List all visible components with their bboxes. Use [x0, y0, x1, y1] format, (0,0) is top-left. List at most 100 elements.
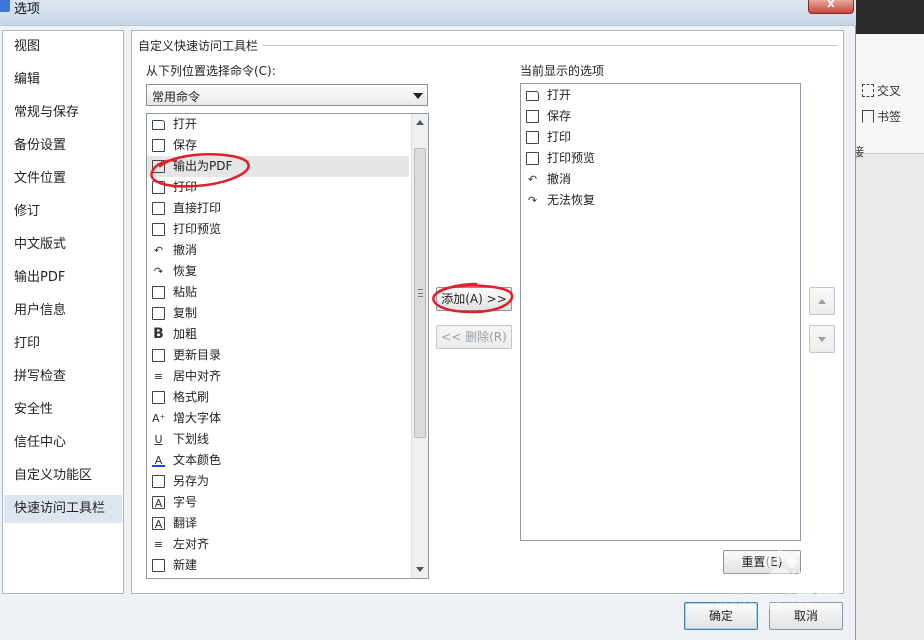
- sidebar-item-user-info[interactable]: 用户信息: [4, 297, 122, 325]
- command-item-export-pdf[interactable]: 输出为PDF: [147, 156, 409, 177]
- command-item-translate[interactable]: A 翻译: [147, 513, 409, 534]
- group-divider: [262, 45, 837, 46]
- pdf-export-icon: [152, 160, 165, 173]
- format-painter-icon: [152, 391, 165, 404]
- direct-print-icon: [152, 202, 165, 215]
- command-item-format-painter[interactable]: 格式刷: [147, 387, 409, 408]
- scroll-down-icon[interactable]: [416, 567, 424, 572]
- command-item-underline[interactable]: U 下划线: [147, 429, 409, 450]
- sidebar-item-general-save[interactable]: 常规与保存: [4, 99, 122, 127]
- sidebar-item-edit[interactable]: 编辑: [4, 66, 122, 94]
- command-item-font-size[interactable]: A 字号: [147, 492, 409, 513]
- sidebar-item-backup[interactable]: 备份设置: [4, 132, 122, 160]
- sidebar-item-revision[interactable]: 修订: [4, 198, 122, 226]
- save-icon: [152, 139, 165, 152]
- command-item-bold[interactable]: B 加粗: [147, 324, 409, 345]
- sidebar-item-view[interactable]: 视图: [4, 33, 122, 61]
- sidebar-item-file-location[interactable]: 文件位置: [4, 165, 122, 193]
- move-down-button[interactable]: [809, 325, 835, 353]
- command-item-direct-print[interactable]: 直接打印: [147, 198, 409, 219]
- sidebar-item-quick-access-toolbar[interactable]: 快速访问工具栏: [4, 495, 122, 523]
- command-item-save-as[interactable]: 另存为: [147, 471, 409, 492]
- cross-reference-button[interactable]: 交叉: [862, 82, 901, 99]
- command-item-font-color[interactable]: A 文本颜色: [147, 450, 409, 471]
- command-item-save[interactable]: 保存: [147, 135, 409, 156]
- sidebar-item-print[interactable]: 打印: [4, 330, 122, 358]
- sidebar-item-customize-ribbon[interactable]: 自定义功能区: [4, 462, 122, 490]
- current-item-undo[interactable]: ↶ 撤消: [521, 169, 800, 190]
- copy-icon: [152, 307, 165, 320]
- background-app: 接 交叉 书签: [852, 0, 924, 640]
- undo-icon: ↶: [527, 173, 538, 186]
- current-item-print-preview[interactable]: 打印预览: [521, 148, 800, 169]
- command-item-align-center[interactable]: ≡ 居中对齐: [147, 366, 409, 387]
- current-item-redo[interactable]: ↷ 无法恢复: [521, 190, 800, 211]
- grip-icon: [418, 289, 423, 297]
- undo-icon: ↶: [153, 244, 164, 257]
- commands-scrollbar[interactable]: [411, 114, 428, 578]
- app-logo-icon: [0, 0, 10, 12]
- paste-icon: [152, 286, 165, 299]
- font-color-icon: A: [152, 454, 165, 467]
- chevron-down-icon: [413, 93, 423, 99]
- current-item-print[interactable]: 打印: [521, 127, 800, 148]
- save-as-icon: [152, 475, 165, 488]
- command-item-print-preview[interactable]: 打印预览: [147, 219, 409, 240]
- available-commands-list[interactable]: 打开 保存 输出为PDF 打印 直接打印 打印预览 ↶ 撤消 ↷ 恢复 粘贴 复制 …: [146, 113, 429, 579]
- printer-icon: [526, 131, 539, 144]
- close-icon: x: [827, 0, 835, 10]
- translate-icon: A: [152, 517, 165, 531]
- cancel-button[interactable]: 取消: [769, 602, 843, 630]
- current-items-list[interactable]: 打开 保存 打印 打印预览 ↶ 撤消 ↷ 无法恢复: [520, 83, 801, 541]
- current-items-label: 当前显示的选项: [520, 64, 605, 78]
- save-icon: [526, 110, 539, 123]
- ok-button[interactable]: 确定: [684, 602, 758, 630]
- print-preview-icon: [526, 152, 539, 165]
- command-item-grow-font[interactable]: A⁺ 增大字体: [147, 408, 409, 429]
- command-item-paste[interactable]: 粘贴: [147, 282, 409, 303]
- scroll-up-icon[interactable]: [416, 120, 424, 125]
- window-title: 选项: [14, 2, 41, 17]
- sidebar-item-spell-check[interactable]: 拼写检查: [4, 363, 122, 391]
- sidebar: 视图 编辑 常规与保存 备份设置 文件位置 修订 中文版式 输出PDF 用户信息…: [2, 30, 124, 594]
- sidebar-item-security[interactable]: 安全性: [4, 396, 122, 424]
- close-button[interactable]: x: [808, 0, 854, 14]
- arrow-up-icon: [818, 299, 826, 304]
- command-item-copy[interactable]: 复制: [147, 303, 409, 324]
- background-app-ribbon: 接 交叉 书签: [852, 34, 924, 159]
- choose-commands-label: 从下列位置选择命令(C):: [146, 64, 276, 78]
- options-dialog: 选项 x 视图 编辑 常规与保存 备份设置 文件位置 修订 中文版式 输出PDF…: [0, 0, 856, 640]
- sidebar-item-output-pdf[interactable]: 输出PDF: [4, 264, 122, 292]
- command-item-align-left[interactable]: ≡ 左对齐: [147, 534, 409, 555]
- align-center-icon: ≡: [153, 370, 164, 383]
- command-item-undo[interactable]: ↶ 撤消: [147, 240, 409, 261]
- grow-font-icon: A⁺: [152, 412, 166, 425]
- command-item-new[interactable]: 新建: [147, 555, 409, 576]
- background-app-titlebar: [856, 0, 924, 34]
- sidebar-item-chinese-layout[interactable]: 中文版式: [4, 231, 122, 259]
- command-item-redo[interactable]: ↷ 恢复: [147, 261, 409, 282]
- align-left-icon: ≡: [153, 538, 164, 551]
- cross-reference-icon: [862, 84, 874, 97]
- command-item-open[interactable]: 打开: [147, 114, 409, 135]
- redo-icon: ↷: [153, 265, 164, 278]
- command-source-select[interactable]: 常用命令: [146, 84, 428, 106]
- add-button[interactable]: 添加(A) >>: [436, 287, 512, 311]
- underline-icon: U: [154, 433, 163, 446]
- command-item-print[interactable]: 打印: [147, 177, 409, 198]
- scrollbar-thumb[interactable]: [414, 148, 426, 438]
- settings-panel: 自定义快速访问工具栏 从下列位置选择命令(C): 当前显示的选项 常用命令 打开…: [131, 30, 844, 594]
- printer-icon: [152, 181, 165, 194]
- bookmark-icon: [862, 110, 874, 123]
- font-size-icon: A: [152, 496, 165, 510]
- move-up-button[interactable]: [809, 287, 835, 315]
- titlebar: 选项 x: [0, 0, 856, 26]
- command-item-update-toc[interactable]: 更新目录: [147, 345, 409, 366]
- current-item-save[interactable]: 保存: [521, 106, 800, 127]
- sidebar-item-trust-center[interactable]: 信任中心: [4, 429, 122, 457]
- remove-button[interactable]: << 删除(R): [436, 325, 512, 349]
- reset-button[interactable]: 重置(E): [723, 550, 801, 574]
- bookmark-button[interactable]: 书签: [862, 108, 901, 125]
- current-item-open[interactable]: 打开: [521, 85, 800, 106]
- group-title: 自定义快速访问工具栏: [138, 37, 263, 54]
